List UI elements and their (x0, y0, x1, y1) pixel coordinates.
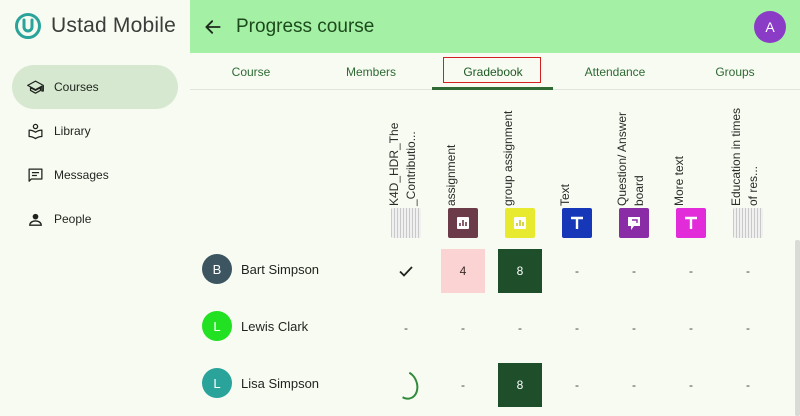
brand-name: Ustad Mobile (51, 14, 176, 37)
student-cell: B Bart Simpson (202, 254, 319, 284)
sidebar-item-people[interactable]: People (12, 197, 178, 241)
gradebook-grid: K4D_HDR_The _Contributio... assignment g… (190, 90, 800, 416)
grade-cell[interactable]: 8 (497, 356, 543, 413)
person-icon (26, 210, 44, 228)
column-header[interactable]: assignment (440, 100, 486, 240)
student-name: Lewis Clark (241, 318, 309, 334)
grade-cell[interactable]: - (611, 242, 657, 299)
sidebar-item-courses[interactable]: Courses (12, 65, 178, 109)
column-header[interactable]: group assignment (497, 100, 543, 240)
column-header[interactable]: Education in times of res... (725, 100, 771, 240)
avatar: L (202, 368, 232, 398)
grade-cell[interactable]: - (554, 242, 600, 299)
text-icon (676, 208, 706, 238)
tab-members[interactable]: Members (310, 53, 432, 90)
student-name: Lisa Simpson (241, 375, 320, 391)
column-title: group assignment (501, 110, 515, 206)
grade-cell[interactable]: - (554, 299, 600, 356)
column-header[interactable]: Text (554, 100, 600, 240)
score-badge: 8 (498, 248, 542, 293)
tab-course[interactable]: Course (190, 53, 312, 90)
grade-cell[interactable] (383, 356, 429, 413)
course-tabs: Course Members Gradebook Attendance Grou… (190, 53, 800, 90)
text-icon (562, 208, 592, 238)
grade-cell[interactable]: - (497, 299, 543, 356)
grade-cell[interactable]: - (440, 299, 486, 356)
discussion-icon (619, 208, 649, 238)
student-cell: L Lewis Clark (202, 311, 308, 341)
tab-attendance[interactable]: Attendance (554, 53, 676, 90)
sidebar-item-label: Messages (54, 168, 109, 182)
tab-selection-highlight (443, 57, 541, 83)
check-icon (399, 265, 413, 277)
avatar: L (202, 311, 232, 341)
student-row[interactable]: L Lisa Simpson - 8 - - - - (190, 356, 800, 413)
top-app-bar: Progress course A (190, 0, 800, 53)
score-badge: 4 (441, 248, 485, 293)
student-cell: L Lisa Simpson (202, 368, 319, 398)
grade-cell[interactable]: 8 (497, 242, 543, 299)
column-header[interactable]: More text (668, 100, 714, 240)
assignment-icon (505, 208, 535, 238)
student-name: Bart Simpson (241, 261, 320, 277)
sidebar-item-messages[interactable]: Messages (12, 153, 178, 197)
grade-cell[interactable]: - (725, 242, 771, 299)
grade-cell[interactable]: 4 (440, 242, 486, 299)
sidebar-item-library[interactable]: Library (12, 109, 178, 153)
grade-cell[interactable]: - (668, 356, 714, 413)
grade-cell[interactable]: - (554, 356, 600, 413)
ustad-logo-icon (15, 13, 41, 39)
grade-cell[interactable]: - (668, 242, 714, 299)
grade-cell[interactable]: - (668, 299, 714, 356)
progress-spinner-icon (389, 366, 423, 403)
back-arrow-icon[interactable] (202, 16, 224, 38)
score-badge: 8 (498, 362, 542, 407)
tab-groups[interactable]: Groups (674, 53, 796, 90)
column-title: assignment (444, 144, 458, 206)
column-title: Education in times of res... (729, 107, 760, 206)
vertical-scrollbar[interactable] (795, 240, 800, 416)
school-icon (26, 78, 44, 96)
thumbnail-icon (733, 208, 763, 238)
grade-cell[interactable] (383, 242, 429, 299)
column-title: Question/ Answer board (615, 111, 646, 206)
messages-icon (26, 166, 44, 184)
column-title: Text (558, 183, 572, 206)
assignment-icon (448, 208, 478, 238)
page-title: Progress course (236, 15, 375, 37)
sidebar-item-label: People (54, 212, 92, 226)
column-title: K4D_HDR_The _Contributio... (387, 122, 418, 206)
grade-cell[interactable]: - (440, 356, 486, 413)
grade-cell[interactable]: - (611, 356, 657, 413)
thumbnail-icon (391, 208, 421, 238)
student-row[interactable]: L Lewis Clark - - - - - - - (190, 299, 800, 356)
grade-cell[interactable]: - (383, 299, 429, 356)
app-window: Ustad Mobile Courses Library Messages Pe… (0, 0, 800, 416)
student-row[interactable]: B Bart Simpson 4 8 - - - - (190, 242, 800, 299)
sidebar-item-label: Courses (54, 80, 99, 94)
library-icon (26, 122, 44, 140)
grade-cell[interactable]: - (725, 356, 771, 413)
sidebar-nav: Courses Library Messages People (12, 65, 178, 241)
avatar: B (202, 254, 232, 284)
sidebar-item-label: Library (54, 124, 91, 138)
brand: Ustad Mobile (14, 12, 176, 40)
sidebar: Ustad Mobile Courses Library Messages Pe… (0, 0, 190, 416)
grade-cell[interactable]: - (725, 299, 771, 356)
column-title: More text (672, 155, 686, 206)
grade-cell[interactable]: - (611, 299, 657, 356)
account-avatar[interactable]: A (754, 11, 786, 43)
column-header[interactable]: K4D_HDR_The _Contributio... (383, 100, 429, 240)
column-header[interactable]: Question/ Answer board (611, 100, 657, 240)
